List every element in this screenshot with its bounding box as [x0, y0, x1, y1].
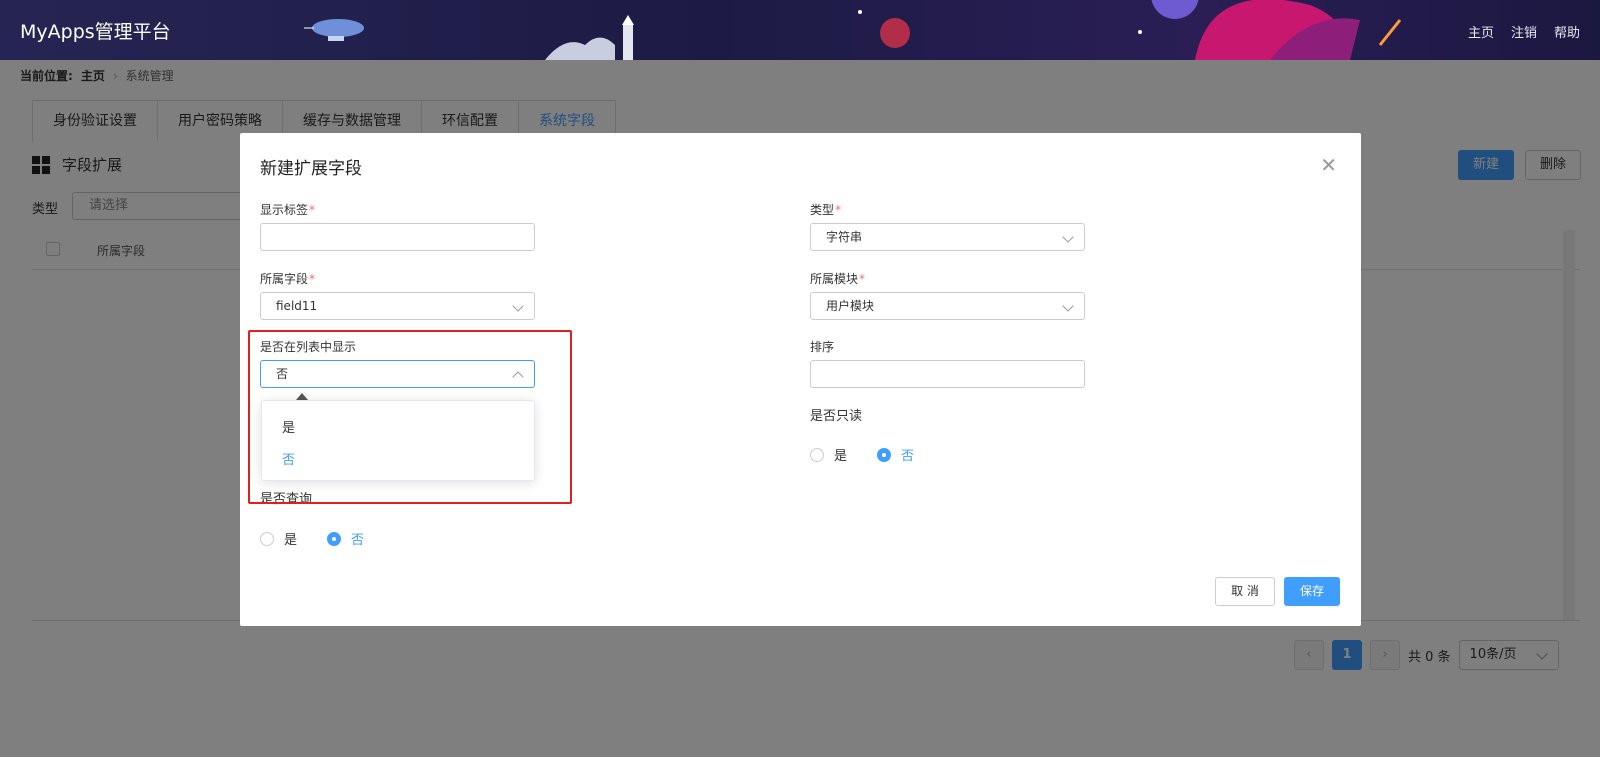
chevron-down-icon — [1062, 300, 1074, 312]
module-label: 所属模块* — [810, 272, 866, 286]
type-select-value: 字符串 — [826, 230, 863, 244]
readonly-no-radio[interactable] — [877, 447, 892, 462]
field-label: 所属字段* — [260, 272, 316, 286]
sort-label: 排序 — [810, 340, 835, 354]
sort-input[interactable] — [810, 360, 1085, 388]
type-select[interactable]: 字符串 — [810, 223, 1085, 251]
query-radio-group: 是 否 — [260, 529, 364, 548]
module-select[interactable]: 用户模块 — [810, 292, 1085, 320]
type-label-text: 类型 — [810, 203, 835, 217]
chevron-down-icon — [1062, 231, 1074, 243]
chevron-down-icon — [512, 300, 524, 312]
lighthouse-icon — [545, 15, 634, 60]
nav-logout-link[interactable]: 注销 — [1511, 22, 1537, 41]
top-nav: 主页 注销 帮助 — [1468, 22, 1580, 41]
airship-icon — [304, 19, 364, 41]
field-select[interactable]: field11 — [260, 292, 535, 320]
readonly-radio-group: 是 否 — [810, 445, 914, 464]
dialog-title: 新建扩展字段 — [260, 159, 362, 179]
save-button[interactable]: 保存 — [1284, 577, 1340, 606]
type-label: 类型* — [810, 203, 842, 217]
readonly-yes-radio[interactable] — [810, 447, 824, 462]
nav-help-link[interactable]: 帮助 — [1554, 22, 1580, 41]
top-header: MyApps管理平台 主页 注销 帮助 — [0, 0, 1600, 60]
display-label-text: 显示标签 — [260, 203, 309, 217]
readonly-no-label[interactable]: 否 — [901, 445, 914, 464]
display-label-input[interactable] — [260, 223, 535, 251]
app-title: MyApps管理平台 — [20, 21, 171, 43]
query-no-label[interactable]: 否 — [351, 529, 364, 548]
module-select-value: 用户模块 — [826, 299, 875, 313]
readonly-label: 是否只读 — [810, 409, 863, 424]
field-label-text: 所属字段 — [260, 272, 309, 286]
nav-home-link[interactable]: 主页 — [1468, 22, 1494, 41]
annotation-highlight-box — [248, 330, 572, 504]
cancel-button[interactable]: 取 消 — [1215, 577, 1275, 606]
close-icon[interactable]: ✕ — [1320, 153, 1337, 177]
query-yes-radio[interactable] — [260, 531, 274, 546]
module-label-text: 所属模块 — [810, 272, 859, 286]
field-select-value: field11 — [276, 299, 318, 313]
display-label-label: 显示标签* — [260, 203, 316, 217]
readonly-yes-label[interactable]: 是 — [834, 445, 847, 464]
query-yes-label[interactable]: 是 — [284, 529, 297, 548]
query-no-radio[interactable] — [327, 531, 342, 546]
